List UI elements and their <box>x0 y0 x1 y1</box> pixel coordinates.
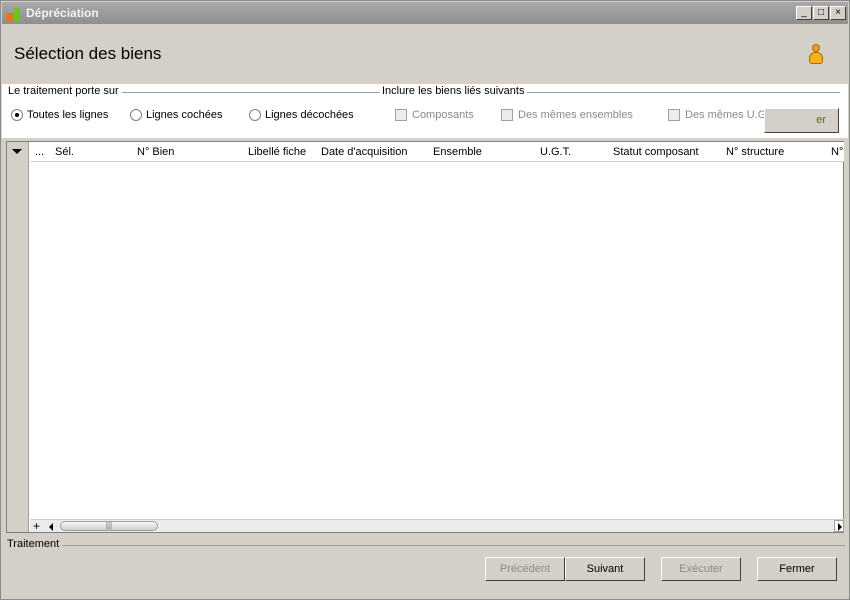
radio-label: Toutes les lignes <box>27 109 109 121</box>
traitement-group-label: Traitement <box>7 538 63 550</box>
scroll-left-icon[interactable] <box>49 523 53 531</box>
radio-circle[interactable] <box>11 109 23 121</box>
radio-unchecked-lines[interactable]: Lignes décochées <box>249 109 354 121</box>
next-button[interactable]: Suivant <box>565 557 645 581</box>
linked-group-label: Inclure les biens liés suivants <box>382 85 528 97</box>
radio-circle[interactable] <box>249 109 261 121</box>
checkbox-box[interactable] <box>668 109 680 121</box>
radio-circle[interactable] <box>130 109 142 121</box>
radio-label: Lignes décochées <box>265 109 354 121</box>
previous-button[interactable]: Précédent <box>485 557 565 581</box>
column-header-menu[interactable]: ... <box>35 146 44 158</box>
scope-group-label: Le traitement porte sur <box>8 85 122 97</box>
column-header-label[interactable]: Libellé fiche <box>248 146 306 158</box>
add-row-icon[interactable]: + <box>33 520 40 532</box>
radio-all-lines[interactable]: Toutes les lignes <box>11 109 108 121</box>
close-window-button[interactable]: × <box>830 6 846 20</box>
traitement-group-line <box>61 545 845 546</box>
column-header-acquisition-date[interactable]: Date d'acquisition <box>321 146 408 158</box>
options-band: Le traitement porte sur Inclure les bien… <box>2 84 848 138</box>
grid-header: ... Sél. N° Bien Libellé fiche Date d'ac… <box>30 142 844 162</box>
person-icon[interactable] <box>808 44 824 66</box>
app-icon <box>6 6 22 22</box>
column-header-component-status[interactable]: Statut composant <box>613 146 699 158</box>
assets-grid[interactable]: ... Sél. N° Bien Libellé fiche Date d'ac… <box>6 141 844 533</box>
header-area: Sélection des biens <box>2 24 848 84</box>
checkbox-label: Des mêmes ensembles <box>518 109 633 121</box>
checkbox-label: Composants <box>412 109 474 121</box>
grid-row-selector-column <box>7 142 29 532</box>
column-header-number-truncated[interactable]: N° <box>831 146 843 158</box>
radio-label: Lignes cochées <box>146 109 223 121</box>
scroll-thumb[interactable]: ||| <box>60 521 158 531</box>
execute-button[interactable]: Exécuter <box>661 557 741 581</box>
page-title: Sélection des biens <box>14 44 162 63</box>
depreciation-window: Dépréciation _ □ × Sélection des biens L… <box>0 0 850 600</box>
column-header-asset-number[interactable]: N° Bien <box>137 146 174 158</box>
scroll-right-icon[interactable] <box>834 520 844 532</box>
checkbox-same-ugt[interactable]: Des mêmes U.G.T. <box>668 109 778 121</box>
checkbox-box[interactable] <box>395 109 407 121</box>
chevron-down-icon[interactable] <box>12 149 22 154</box>
horizontal-scrollbar[interactable]: + ||| <box>30 519 844 532</box>
checkbox-components[interactable]: Composants <box>395 109 474 121</box>
checkbox-box[interactable] <box>501 109 513 121</box>
close-button[interactable]: Fermer <box>757 557 837 581</box>
checkbox-same-sets[interactable]: Des mêmes ensembles <box>501 109 633 121</box>
column-header-ugt[interactable]: U.G.T. <box>540 146 571 158</box>
maximize-button[interactable]: □ <box>813 6 829 20</box>
minimize-button[interactable]: _ <box>796 6 812 20</box>
column-header-selection[interactable]: Sél. <box>55 146 74 158</box>
window-title: Dépréciation <box>26 6 99 20</box>
title-bar[interactable]: Dépréciation _ □ × <box>2 2 848 24</box>
column-header-set[interactable]: Ensemble <box>433 146 482 158</box>
column-header-structure-number[interactable]: N° structure <box>726 146 784 158</box>
partially-hidden-button[interactable]: er <box>764 108 839 133</box>
radio-checked-lines[interactable]: Lignes cochées <box>130 109 222 121</box>
